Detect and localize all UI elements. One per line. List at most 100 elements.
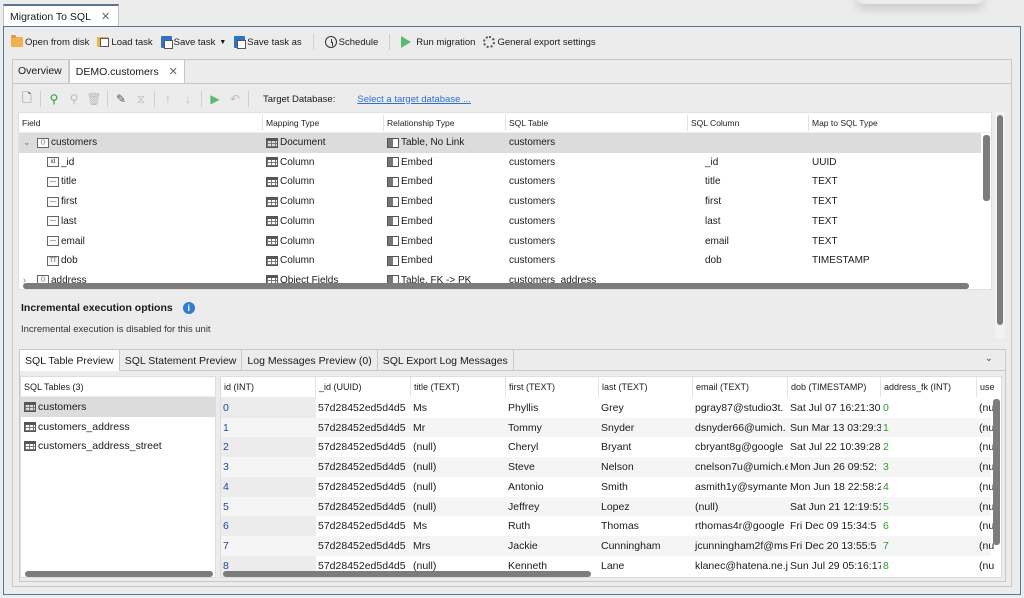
column-divider[interactable] [383,115,384,131]
column-header[interactable]: last (TEXT) [599,377,693,397]
trash-icon[interactable]: 🗑 [86,92,101,106]
chevron-down-icon[interactable]: ⌄ [985,353,993,364]
table-row[interactable]: 0 57d28452ed5d4d5 Ms Phyllis Grey pgray87@stu… [221,398,994,418]
tab-sql-table-preview[interactable]: SQL Table Preview [20,350,120,371]
tab-migration-to-sql[interactable]: Migration To SQL ✕ [3,4,120,27]
column-divider[interactable] [808,115,809,131]
save-task-label: Save task [173,36,216,48]
scrollbar-thumb[interactable] [997,115,1003,325]
info-icon[interactable]: i [182,302,195,314]
header-sql-table[interactable]: SQL Table [509,118,548,128]
tree-row[interactable]: — title Column Embed customers title TEXT [19,172,981,192]
close-icon[interactable]: ✕ [169,65,178,78]
horizontal-scrollbar[interactable] [25,571,213,577]
add-node-icon[interactable]: ⚲ [47,92,61,106]
sql-table-name: customers [38,400,87,413]
column-divider[interactable] [687,115,688,131]
table-cell: (null) [695,500,719,513]
table-row[interactable]: 6 57d28452ed5d4d5 Ms Ruth Thomas rthomas4r@go… [221,516,994,536]
tree-row[interactable]: — first Column Embed customers first TEXT [19,192,981,212]
column-header[interactable]: dob (TIMESTAMP) [788,377,881,397]
select-target-database-link[interactable]: Select a target database ... [357,94,471,105]
column-divider[interactable] [505,115,506,131]
field-name: last [61,215,77,227]
horizontal-scrollbar[interactable] [23,283,969,289]
table-cell: Steve [508,461,535,474]
sql-table-name: customers_address [38,420,130,433]
arrow-up-icon[interactable]: ↑ [161,92,175,106]
header-field[interactable]: Field [22,118,40,128]
header-map-to-sql-type[interactable]: Map to SQL Type [812,118,878,128]
column-header[interactable]: _id (UUID) [316,377,411,397]
chevron-down-icon[interactable]: ⌄ [23,137,35,148]
link-node-icon[interactable]: ⚲ [67,92,81,106]
sql-table-name: customers_address_street [38,440,162,453]
table-row[interactable]: 2 57d28452ed5d4d5 (null) Cheryl Bryant cbryan… [221,437,994,457]
tab-overview[interactable]: Overview [12,59,69,83]
validate-icon[interactable]: ⧖ [134,92,148,106]
run-migration-button[interactable]: Run migration [399,35,477,49]
close-icon[interactable]: ✕ [101,10,110,23]
schedule-button[interactable]: Schedule [323,35,381,49]
tab-log-messages-preview[interactable]: Log Messages Preview (0) [242,350,378,371]
run-icon[interactable]: ▶ [208,92,222,106]
column-header[interactable]: id (INT) [221,377,316,397]
tab-sql-export-log-messages[interactable]: SQL Export Log Messages [378,350,514,371]
tab-sql-statement-preview[interactable]: SQL Statement Preview [120,350,243,371]
arrow-down-icon[interactable]: ↓ [181,92,195,106]
tree-row[interactable]: id _id Column Embed customers _id UUID [19,153,981,173]
vertical-scrollbar[interactable] [993,399,1000,545]
new-document-icon[interactable]: 🗋 [20,91,34,106]
column-grid-icon [266,157,278,168]
preview-grid: id (INT) _id (UUID) title (TEXT) first (TEX… [220,376,1002,578]
tree-row[interactable]: — last Column Embed customers last TEXT [19,212,981,232]
field-name: _id [61,156,75,168]
tree-header: Field Mapping Type Relationship Type SQL… [19,113,991,133]
tree-row[interactable]: ⌄ ⟨⟩ customers Document Table, No Link custom… [19,133,981,153]
column-header[interactable]: address_fk (INT) [881,377,977,397]
table-cell: 57d28452ed5d4d5 [318,441,406,454]
mapping-type: Column [280,215,315,227]
table-cell: (null) [413,480,437,493]
header-sql-column[interactable]: SQL Column [691,118,739,128]
load-task-button[interactable]: Load task [95,36,154,49]
dropdown-arrow-icon[interactable]: ▼ [219,39,226,46]
column-header[interactable]: title (TEXT) [411,377,506,397]
mapping-type: Column [280,156,315,168]
vertical-scrollbar[interactable] [983,135,990,201]
undo-icon[interactable]: ↶ [228,92,242,106]
table-row[interactable]: 4 57d28452ed5d4d5 (null) Antonio Smith asmith… [221,477,994,497]
save-task-button[interactable]: Save task ▼ [159,35,229,49]
table-row[interactable]: 1 57d28452ed5d4d5 Mr Tommy Snyder dsnyder66@u… [221,417,994,438]
column-divider[interactable] [262,115,263,131]
table-cell: 57d28452ed5d4d5 [318,421,406,434]
table-icon [24,401,36,412]
field-name: customers [51,137,98,148]
sql-table-item[interactable]: customers_address_street [21,436,215,456]
open-from-disk-button[interactable]: Open from disk [9,35,91,49]
header-relationship-type[interactable]: Relationship Type [387,118,454,128]
sql-table: customers [509,137,556,148]
header-mapping-type[interactable]: Mapping Type [266,118,319,128]
table-row[interactable]: 7 57d28452ed5d4d5 Mrs Jackie Cunningham jcunn… [221,535,994,556]
folder-icon [11,35,23,47]
column-header[interactable]: email (TEXT) [693,377,788,397]
tab-demo-customers[interactable]: DEMO.customers ✕ [68,59,185,83]
general-export-settings-button[interactable]: General export settings [481,35,597,49]
tree-row[interactable]: TT dob Column Embed customers dob TIMESTAMP [19,251,981,271]
save-task-as-label: Save task as [247,36,302,48]
table-row[interactable]: 3 57d28452ed5d4d5 (null) Steve Nelson cnelson… [221,457,994,477]
horizontal-scrollbar[interactable] [223,571,591,577]
sql-table-item[interactable]: customers [21,397,215,417]
relationship-type: Table, No Link [401,137,465,148]
sql-table-item[interactable]: customers_address [21,417,215,437]
tree-row[interactable]: — email Column Embed customers email TEXT [19,232,981,252]
table-cell: cnelson7u@umich.e [695,461,788,474]
column-header[interactable]: first (TEXT) [506,377,599,397]
column-header[interactable]: use [977,377,1001,397]
edit-pencil-icon[interactable]: ✎ [114,92,128,106]
table-cell: jcunningham2f@ms [695,539,788,552]
panel-vertical-scrollbar[interactable] [995,112,1005,338]
save-task-as-button[interactable]: Save task as [232,35,303,49]
table-row[interactable]: 5 57d28452ed5d4d5 (null) Jeffrey Lopez (null)… [221,496,994,517]
